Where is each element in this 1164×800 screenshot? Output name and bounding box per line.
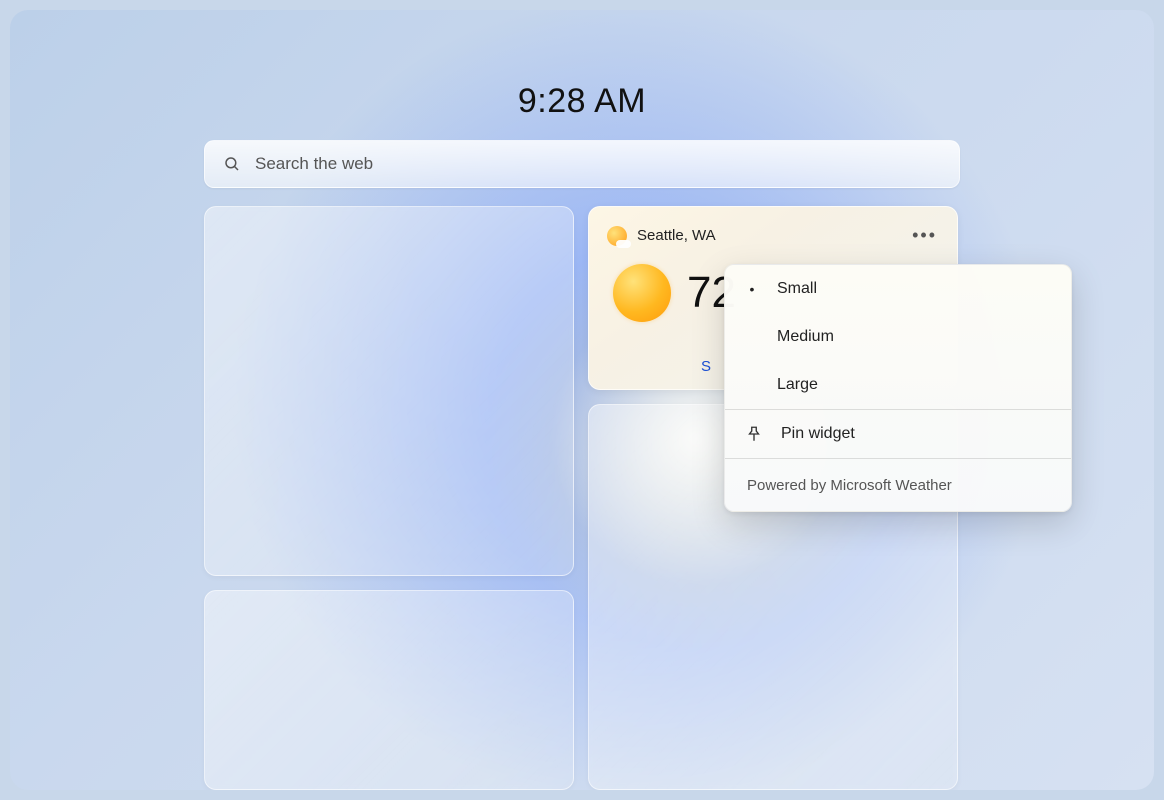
search-input[interactable] [255, 154, 941, 174]
widget-context-menu: • Small Medium Large Pin widget Powered … [724, 264, 1072, 512]
partly-sunny-icon [607, 226, 627, 246]
selected-bullet-icon: • [745, 281, 759, 297]
menu-item-label: Large [777, 376, 818, 394]
pin-icon [745, 425, 763, 443]
menu-item-label: Small [777, 280, 817, 298]
weather-details-link[interactable]: S [701, 358, 711, 375]
search-icon [223, 155, 241, 173]
widget-placeholder[interactable] [204, 590, 574, 790]
weather-location: Seattle, WA [637, 227, 716, 244]
menu-item-label: Medium [777, 328, 834, 346]
menu-size-medium[interactable]: Medium [725, 313, 1071, 361]
menu-footer: Powered by Microsoft Weather [725, 459, 1071, 511]
menu-footer-text: Powered by Microsoft Weather [747, 477, 952, 494]
widget-placeholder[interactable] [204, 206, 574, 576]
weather-header: Seattle, WA ••• [607, 221, 939, 250]
menu-item-label: Pin widget [781, 425, 855, 443]
menu-size-small[interactable]: • Small [725, 265, 1071, 313]
menu-pin-widget[interactable]: Pin widget [725, 410, 1071, 458]
widgets-panel: 9:28 AM Seattle, WA ••• 72 S [10, 10, 1154, 790]
sun-icon [613, 264, 671, 322]
search-bar[interactable] [204, 140, 960, 188]
clock-time: 9:28 AM [518, 82, 646, 121]
menu-size-large[interactable]: Large [725, 361, 1071, 409]
more-options-button[interactable]: ••• [910, 221, 939, 250]
